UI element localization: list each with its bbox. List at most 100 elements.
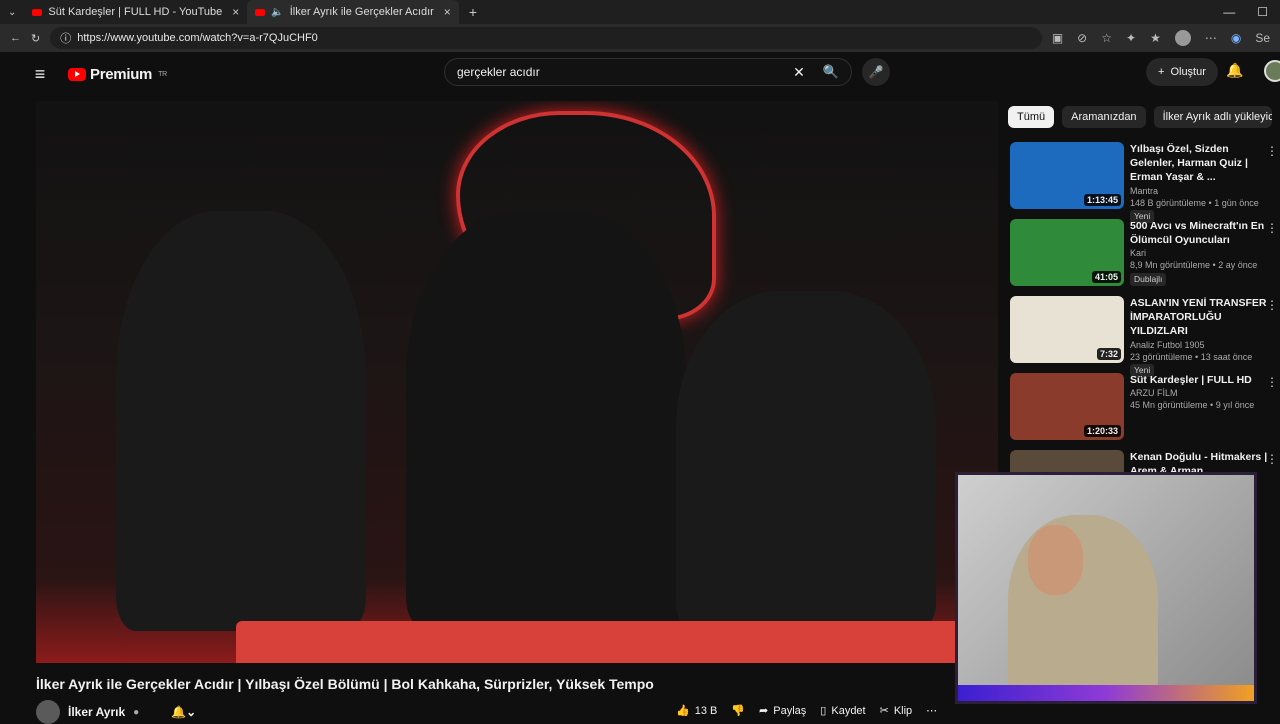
scissors-icon: ✂ — [879, 705, 889, 717]
more-options-icon[interactable]: ⋮ — [1266, 298, 1278, 312]
more-options-icon[interactable]: ⋮ — [1266, 452, 1278, 466]
tab-title: Süt Kardeşler | FULL HD - YouTube — [48, 6, 223, 18]
video-actions: 👍 13 B 👎 ➦ Paylaş ▯ Kaydet ✂ Klip ⋯ — [676, 704, 937, 718]
copilot-label: Se — [1255, 31, 1270, 45]
subscribe-bell-icon[interactable]: 🔔⌄ — [171, 705, 196, 719]
tab-sut-kardesler[interactable]: Süt Kardeşler | FULL HD - YouTube × — [24, 0, 247, 24]
thumbs-down-icon: 👎 — [731, 705, 746, 717]
search-box[interactable]: gerçekler acıdır ✕ 🔍 — [444, 58, 852, 86]
rec-title[interactable]: Süt Kardeşler | FULL HD — [1130, 373, 1270, 387]
verified-icon: ● — [133, 706, 140, 718]
dislike-button[interactable]: 👎 — [731, 704, 745, 717]
rec-channel: Analiz Futbol 1905 — [1130, 339, 1205, 350]
rec-title[interactable]: ASLAN'IN YENİ TRANSFER İMPARATORLUĞU YIL… — [1130, 296, 1270, 339]
like-button[interactable]: 👍 13 B — [676, 704, 718, 718]
maximize-icon[interactable]: ☐ — [1257, 5, 1268, 19]
video-player[interactable] — [36, 101, 998, 663]
voice-search-icon[interactable]: 🎤 — [862, 58, 890, 86]
speaker-icon[interactable]: 🔈 — [271, 7, 283, 18]
new-tab-button[interactable]: + — [459, 4, 487, 20]
list-item[interactable]: 1:13:45 Yılbaşı Özel, Sizden Gelenler, H… — [1010, 142, 1280, 224]
reload-icon[interactable]: ↻ — [31, 32, 40, 45]
favorite-star-icon[interactable]: ☆ — [1101, 31, 1112, 45]
list-item[interactable]: 41:05 500 Avcı vs Minecraft'ın En Ölümcü… — [1010, 219, 1280, 296]
more-actions-icon[interactable]: ⋯ — [926, 704, 937, 717]
more-options-icon[interactable]: ⋮ — [1266, 221, 1278, 235]
url-text: https://www.youtube.com/watch?v=a-r7QJuC… — [77, 32, 318, 44]
studio-counter — [236, 621, 998, 663]
favorites-icon[interactable]: ★ — [1150, 31, 1161, 45]
dubbed-badge: Dublajlı — [1130, 272, 1167, 287]
youtube-premium-logo[interactable]: Premium TR — [68, 66, 167, 83]
video-thumbnail[interactable]: 1:20:33 — [1010, 373, 1124, 440]
list-item[interactable]: 1:20:33 Süt Kardeşler | FULL HD ARZU FİL… — [1010, 373, 1280, 450]
rec-stats: 23 görüntüleme • 13 saat önce — [1130, 351, 1253, 362]
save-label: Kaydet — [831, 704, 866, 717]
video-thumbnail[interactable]: 41:05 — [1010, 219, 1124, 286]
search-icon[interactable]: 🔍 — [823, 64, 839, 80]
youtube-masthead: ≡ Premium TR gerçekler acıdır ✕ 🔍 🎤 + Ol… — [12, 52, 1280, 96]
video-person-center — [406, 211, 686, 631]
address-bar-row: ← ↻ ⓘ https://www.youtube.com/watch?v=a-… — [0, 24, 1280, 52]
plus-icon: + — [1158, 66, 1165, 78]
tab-list-chevron-icon[interactable]: ⌄ — [0, 7, 24, 18]
search-input[interactable]: gerçekler acıdır — [457, 65, 540, 79]
clip-label: Klip — [893, 704, 913, 717]
rec-title[interactable]: 500 Avcı vs Minecraft'ın En Ölümcül Oyun… — [1130, 219, 1270, 247]
video-title: İlker Ayrık ile Gerçekler Acıdır | Yılba… — [36, 676, 654, 692]
share-button[interactable]: ➦ Paylaş — [759, 704, 807, 718]
rec-title[interactable]: Yılbaşı Özel, Sizden Gelenler, Harman Qu… — [1130, 142, 1270, 185]
channel-avatar[interactable] — [36, 700, 60, 724]
duration-badge: 1:13:45 — [1083, 194, 1121, 206]
filter-chips: Tümü Aramanızdan İlker Ayrık adlı yükley… — [1008, 106, 1280, 128]
webcam-overlay — [955, 472, 1257, 704]
account-avatar[interactable] — [1264, 60, 1280, 82]
list-item[interactable]: 7:32 ASLAN'IN YENİ TRANSFER İMPARATORLUĞ… — [1010, 296, 1280, 378]
extensions-icon[interactable]: ✦ — [1126, 31, 1136, 45]
tab-title: İlker Ayrık ile Gerçekler Acıdır — [289, 6, 434, 18]
browser-tab-bar: ⌄ Süt Kardeşler | FULL HD - YouTube × 🔈 … — [0, 0, 1280, 24]
rec-stats: 148 B görüntüleme • 1 gün önce — [1130, 197, 1259, 208]
bookmark-icon: ▯ — [820, 705, 827, 717]
rec-channel: ARZU FİLM — [1130, 388, 1178, 399]
rec-channel: Mantra — [1130, 185, 1159, 196]
copilot-icon[interactable]: ◉ — [1231, 31, 1241, 45]
close-tab-icon[interactable]: × — [444, 5, 451, 19]
menu-icon[interactable]: ≡ — [26, 64, 54, 85]
more-options-icon[interactable]: ⋮ — [1266, 375, 1278, 389]
more-menu-icon[interactable]: ⋯ — [1205, 31, 1217, 45]
notifications-bell-icon[interactable]: 🔔 — [1226, 62, 1243, 79]
site-info-icon[interactable]: ⓘ — [60, 30, 71, 46]
clear-search-icon[interactable]: ✕ — [793, 64, 805, 81]
save-button[interactable]: ▯ Kaydet — [820, 704, 866, 718]
profile-icon[interactable] — [1174, 30, 1191, 46]
webcam-frame-bar — [958, 685, 1254, 701]
chip-uploader[interactable]: İlker Ayrık adlı yükleyici — [1153, 106, 1272, 128]
video-thumbnail[interactable]: 1:13:45 — [1010, 142, 1124, 209]
close-tab-icon[interactable]: × — [232, 5, 239, 19]
create-button[interactable]: + Oluştur — [1146, 58, 1218, 86]
minimize-icon[interactable]: — — [1223, 5, 1235, 19]
logo-text: Premium — [90, 65, 153, 83]
share-icon: ➦ — [759, 705, 769, 717]
chip-all[interactable]: Tümü — [1008, 106, 1055, 128]
more-options-icon[interactable]: ⋮ — [1266, 144, 1278, 158]
channel-name[interactable]: İlker Ayrık — [68, 705, 125, 719]
video-person-right — [676, 291, 936, 631]
duration-badge: 41:05 — [1091, 271, 1121, 283]
video-thumbnail[interactable]: 7:32 — [1010, 296, 1124, 363]
youtube-favicon-icon — [32, 8, 43, 16]
read-mode-icon[interactable]: ▣ — [1052, 31, 1063, 45]
share-label: Paylaş — [773, 704, 807, 717]
url-field[interactable]: ⓘ https://www.youtube.com/watch?v=a-r7QJ… — [50, 27, 1042, 49]
channel-row: İlker Ayrık ● 🔔⌄ — [36, 700, 196, 724]
tracking-icon[interactable]: ⊘ — [1077, 31, 1087, 45]
tab-ilker-ayrik[interactable]: 🔈 İlker Ayrık ile Gerçekler Acıdır × — [247, 0, 459, 24]
chip-from-search[interactable]: Aramanızdan — [1062, 106, 1146, 128]
clip-button[interactable]: ✂ Klip — [879, 704, 913, 718]
back-icon[interactable]: ← — [10, 32, 21, 44]
streamer-head — [1028, 525, 1083, 595]
thumbs-up-icon: 👍 — [676, 705, 690, 717]
like-count: 13 B — [694, 704, 718, 717]
recommendation-list: 1:13:45 Yılbaşı Özel, Sizden Gelenler, H… — [1010, 142, 1280, 527]
